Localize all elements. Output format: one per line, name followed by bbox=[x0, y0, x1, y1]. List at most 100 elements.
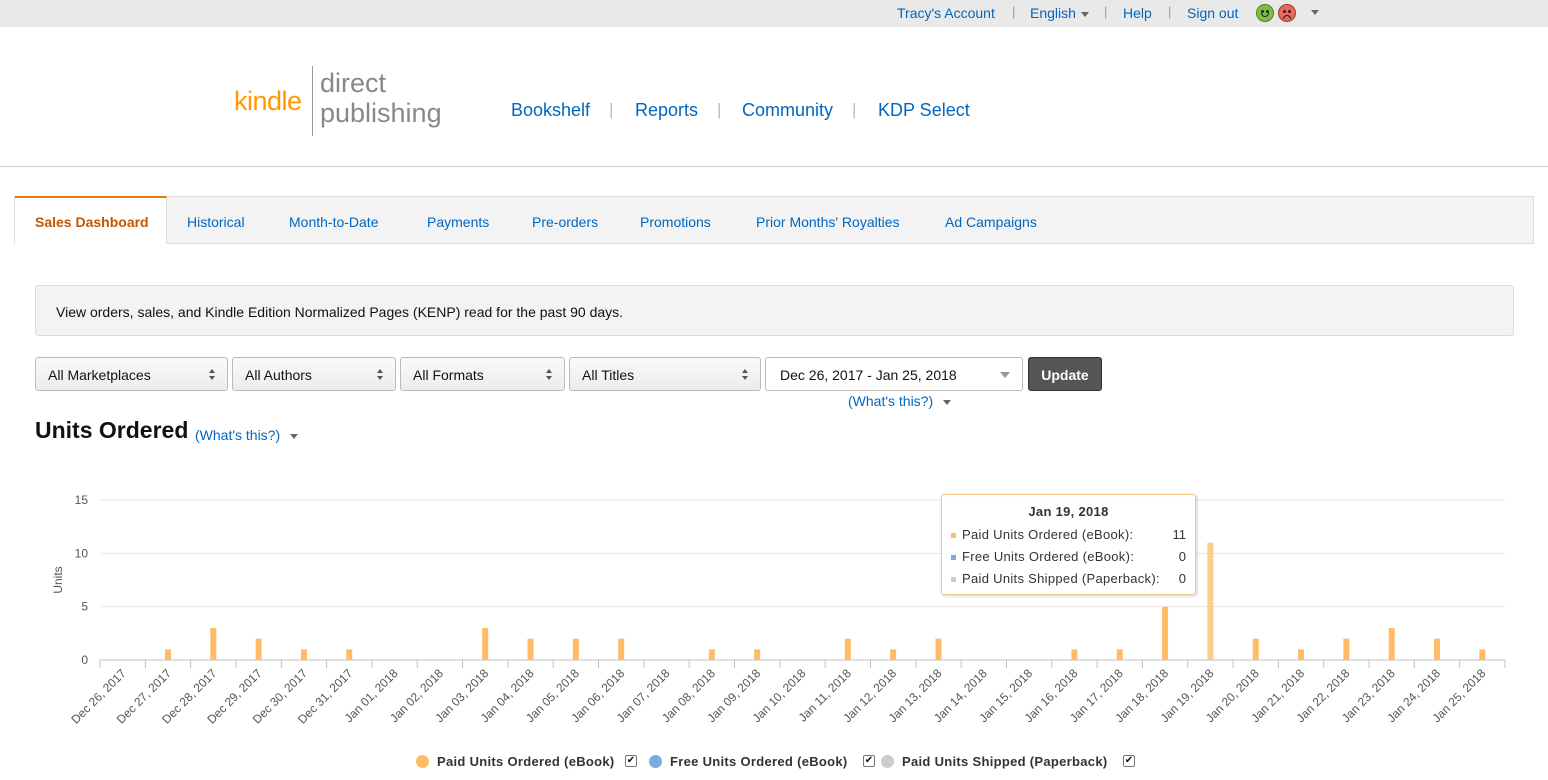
legend-paperback-icon bbox=[881, 755, 894, 768]
tab-historical[interactable]: Historical bbox=[187, 214, 245, 230]
bar bbox=[1479, 649, 1486, 660]
tab-prior-months-royalties[interactable]: Prior Months' Royalties bbox=[756, 214, 900, 230]
tooltip-row-paid: Paid Units Ordered (eBook): bbox=[951, 527, 1133, 542]
tab-promotions[interactable]: Promotions bbox=[640, 214, 711, 230]
language-label: English bbox=[1030, 5, 1076, 21]
bar bbox=[210, 628, 217, 660]
nav-bookshelf[interactable]: Bookshelf bbox=[511, 100, 590, 121]
tooltip-label: Free Units Ordered (eBook): bbox=[962, 549, 1135, 564]
separator: | bbox=[609, 100, 614, 119]
account-link[interactable]: Tracy's Account bbox=[897, 5, 995, 21]
logo-publishing-text: publishing bbox=[320, 98, 442, 128]
y-tick-label: 15 bbox=[75, 493, 89, 507]
separator: | bbox=[1104, 4, 1108, 19]
title-select[interactable]: All Titles bbox=[569, 357, 761, 391]
select-value: All Authors bbox=[245, 367, 312, 383]
smiley-happy-icon[interactable] bbox=[1256, 4, 1274, 22]
legend-paperback-checkbox[interactable]: ✔ bbox=[1123, 755, 1135, 767]
units-ordered-chart: 051015UnitsDec 26, 2017Dec 27, 2017Dec 2… bbox=[51, 493, 1506, 727]
legend-free-icon bbox=[649, 755, 662, 768]
help-link[interactable]: Help bbox=[1123, 5, 1152, 21]
update-button[interactable]: Update bbox=[1028, 357, 1102, 391]
tab-payments[interactable]: Payments bbox=[427, 214, 489, 230]
marketplace-select[interactable]: All Marketplaces bbox=[35, 357, 228, 391]
tooltip-value: 0 bbox=[1178, 549, 1186, 564]
tooltip-row-paperback: Paid Units Shipped (Paperback): bbox=[951, 571, 1160, 586]
smiley-sad-icon[interactable] bbox=[1278, 4, 1296, 22]
bar bbox=[1252, 638, 1259, 660]
select-value: All Marketplaces bbox=[48, 367, 151, 383]
paperback-dot-icon bbox=[951, 577, 956, 583]
tooltip-value: 0 bbox=[1178, 571, 1186, 586]
bar bbox=[527, 638, 534, 660]
chevron-down-icon bbox=[943, 399, 952, 405]
account-bar: Tracy's Account | English | Help | Sign … bbox=[0, 0, 1548, 27]
bar bbox=[890, 649, 897, 660]
y-tick-label: 5 bbox=[81, 600, 88, 614]
whats-this-units-link[interactable]: (What's this?) bbox=[195, 427, 299, 443]
y-tick-label: 10 bbox=[75, 546, 89, 560]
header-divider bbox=[0, 166, 1548, 167]
chevron-down-icon bbox=[1080, 11, 1089, 17]
legend-paperback-label[interactable]: Paid Units Shipped (Paperback) bbox=[902, 754, 1108, 769]
chart-tooltip: Jan 19, 2018 Paid Units Ordered (eBook):… bbox=[941, 494, 1196, 595]
bar bbox=[935, 638, 942, 660]
nav-reports[interactable]: Reports bbox=[635, 100, 698, 121]
bar bbox=[1388, 628, 1395, 660]
select-value: All Titles bbox=[582, 367, 635, 383]
bar bbox=[1162, 606, 1169, 660]
legend-free-label[interactable]: Free Units Ordered (eBook) bbox=[670, 754, 848, 769]
legend-paid-checkbox[interactable]: ✔ bbox=[625, 755, 637, 767]
bar bbox=[754, 649, 761, 660]
select-arrows-icon bbox=[209, 369, 217, 381]
legend-paid-icon bbox=[416, 755, 429, 768]
separator: | bbox=[717, 100, 722, 119]
select-value: All Formats bbox=[413, 367, 484, 383]
bar bbox=[1207, 542, 1214, 660]
separator: | bbox=[852, 100, 857, 119]
free-dot-icon bbox=[951, 555, 956, 561]
chevron-down-icon bbox=[290, 433, 299, 439]
date-range-select[interactable]: Dec 26, 2017 - Jan 25, 2018 bbox=[765, 357, 1023, 391]
author-select[interactable]: All Authors bbox=[232, 357, 396, 391]
tab-month-to-date[interactable]: Month-to-Date bbox=[289, 214, 378, 230]
whats-this-label: (What's this?) bbox=[848, 393, 934, 409]
bar bbox=[708, 649, 715, 660]
bar bbox=[1116, 649, 1123, 660]
whats-this-date-link[interactable]: (What's this?) bbox=[848, 393, 952, 409]
tab-ad-campaigns[interactable]: Ad Campaigns bbox=[945, 214, 1037, 230]
tooltip-value: 11 bbox=[1172, 527, 1187, 542]
select-arrows-icon bbox=[742, 369, 750, 381]
select-arrows-icon bbox=[546, 369, 554, 381]
bar bbox=[164, 649, 171, 660]
whats-this-label: (What's this?) bbox=[195, 427, 281, 443]
chevron-down-icon[interactable] bbox=[1311, 10, 1319, 15]
paid-dot-icon bbox=[951, 533, 956, 539]
logo-direct-text: direct bbox=[320, 68, 387, 98]
nav-kdp-select[interactable]: KDP Select bbox=[878, 100, 970, 121]
section-title: Units Ordered bbox=[35, 417, 189, 443]
bar bbox=[346, 649, 353, 660]
chevron-down-icon bbox=[1000, 372, 1010, 378]
legend-free-checkbox[interactable]: ✔ bbox=[863, 755, 875, 767]
format-select[interactable]: All Formats bbox=[400, 357, 565, 391]
separator: | bbox=[1168, 4, 1172, 19]
tab-pre-orders[interactable]: Pre-orders bbox=[532, 214, 598, 230]
bar bbox=[255, 638, 262, 660]
bar bbox=[482, 628, 489, 660]
tab-sales-dashboard[interactable]: Sales Dashboard bbox=[15, 196, 167, 244]
legend-paid-label[interactable]: Paid Units Ordered (eBook) bbox=[437, 754, 615, 769]
nav-community[interactable]: Community bbox=[742, 100, 833, 121]
select-value: Dec 26, 2017 - Jan 25, 2018 bbox=[780, 367, 957, 383]
sign-out-link[interactable]: Sign out bbox=[1187, 5, 1238, 21]
y-axis-label: Units bbox=[51, 566, 65, 593]
select-arrows-icon bbox=[377, 369, 385, 381]
tooltip-row-free: Free Units Ordered (eBook): bbox=[951, 549, 1134, 564]
tooltip-label: Paid Units Ordered (eBook): bbox=[962, 527, 1134, 542]
language-dropdown[interactable]: English bbox=[1030, 5, 1089, 21]
y-tick-label: 0 bbox=[81, 653, 88, 667]
logo-divider bbox=[312, 66, 313, 136]
tooltip-date: Jan 19, 2018 bbox=[1028, 504, 1109, 519]
report-tabs: Sales Dashboard Historical Month-to-Date… bbox=[14, 196, 1534, 244]
logo-kindle-text: kindle bbox=[234, 86, 302, 116]
